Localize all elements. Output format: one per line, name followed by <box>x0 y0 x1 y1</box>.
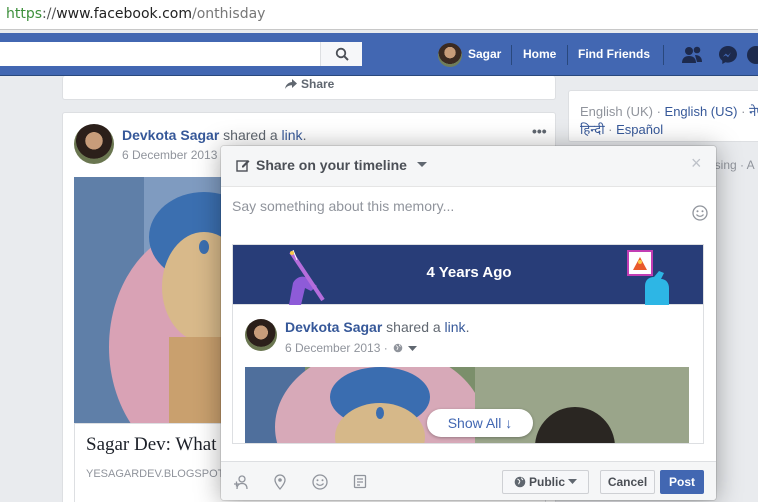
language-hindi[interactable]: हिन्दी <box>580 122 605 137</box>
avatar <box>438 43 462 67</box>
avatar[interactable] <box>74 124 114 164</box>
url-path: /onthisday <box>192 6 266 22</box>
language-selector: English (UK) · English (US) · नेप हिन्दी… <box>568 90 758 142</box>
edit-icon <box>236 160 250 172</box>
language-sep: · <box>737 104 750 119</box>
post-period: . <box>302 127 307 143</box>
location-icon[interactable] <box>273 474 287 490</box>
memory-banner-text: 4 Years Ago <box>426 264 512 281</box>
post-period: . <box>465 319 470 335</box>
previous-post-footer: Share <box>62 76 556 100</box>
profile-name[interactable]: Sagar <box>468 47 501 61</box>
post-header: Devkota Sagar shared a link. <box>122 127 306 143</box>
language-en-us[interactable]: English (US) <box>665 104 738 119</box>
chevron-down-icon[interactable] <box>417 162 427 167</box>
url-scheme: https <box>6 6 43 22</box>
search-icon <box>335 47 349 61</box>
tag-friends-icon[interactable] <box>233 474 249 490</box>
compose-input[interactable]: Say something about this memory... <box>232 198 454 214</box>
language-line-2: हिन्दी · Español <box>580 120 663 138</box>
footer-links[interactable]: ising · A <box>712 158 755 172</box>
share-arrow-icon <box>285 79 297 89</box>
post-button[interactable]: Post <box>660 470 704 494</box>
post-verb: shared a <box>386 319 441 335</box>
memory-banner: 4 Years Ago <box>233 245 703 305</box>
dialog-title[interactable]: Share on your timeline <box>256 157 407 173</box>
language-nepali[interactable]: नेप <box>749 104 758 119</box>
memory-preview: 4 Years Ago Devkota Sagar shared a link.… <box>232 244 704 444</box>
post-date[interactable]: 6 December 2013 · <box>285 341 388 355</box>
show-all-button[interactable]: Show All ↓ <box>427 409 533 437</box>
globe-icon <box>514 476 525 488</box>
language-line-1: English (UK) · English (US) · नेप <box>580 102 758 120</box>
home-link[interactable]: Home <box>523 47 556 61</box>
sticker-icon[interactable] <box>353 474 367 489</box>
url-text[interactable]: https://www.facebook.com/onthisday <box>6 6 265 22</box>
dialog-footer: Public Cancel Post <box>221 461 716 500</box>
share-dialog: Share on your timeline × Say something a… <box>221 146 716 500</box>
chevron-down-icon[interactable] <box>408 346 418 352</box>
messenger-icon[interactable] <box>716 43 740 67</box>
globe-icon[interactable] <box>393 343 403 353</box>
search-button[interactable] <box>320 42 362 66</box>
avatar[interactable] <box>245 319 277 351</box>
post-date[interactable]: 6 December 2013 <box>122 148 217 162</box>
author-link[interactable]: Devkota Sagar <box>285 319 382 335</box>
find-friends-link[interactable]: Find Friends <box>578 47 650 61</box>
object-link[interactable]: link <box>282 127 303 143</box>
object-link[interactable]: link <box>445 319 466 335</box>
facebook-top-bar: Sagar Home Find Friends <box>0 33 758 76</box>
friend-requests-icon[interactable] <box>680 43 704 67</box>
nav-divider <box>663 45 664 65</box>
feeling-icon[interactable] <box>312 474 328 490</box>
post-verb: shared a <box>223 127 278 143</box>
dialog-header: Share on your timeline × <box>221 146 716 187</box>
author-link[interactable]: Devkota Sagar <box>122 127 219 143</box>
memory-post-header: Devkota Sagar shared a link. <box>285 319 469 335</box>
link-title[interactable]: Sagar Dev: What <box>86 434 217 456</box>
search-input[interactable] <box>0 42 362 66</box>
link-domain: YESAGARDEV.BLOGSPOT <box>86 468 225 480</box>
url-separator: :// <box>42 6 57 22</box>
emoji-icon[interactable] <box>692 205 708 221</box>
nav-divider <box>567 45 568 65</box>
url-host: www.facebook.com <box>56 6 193 22</box>
cancel-button[interactable]: Cancel <box>600 470 655 494</box>
language-sep: · <box>604 122 617 137</box>
nav-divider <box>511 45 512 65</box>
browser-address-bar[interactable]: https://www.facebook.com/onthisday <box>0 0 758 30</box>
current-language: English (UK) <box>580 104 653 119</box>
chevron-down-icon <box>568 479 578 484</box>
language-sep: · <box>652 104 665 119</box>
audience-selector[interactable]: Public <box>502 470 589 494</box>
memory-post-date: 6 December 2013 · <box>285 341 418 355</box>
globe-notifications-icon[interactable] <box>744 43 758 67</box>
close-icon[interactable]: × <box>691 153 702 174</box>
profile-link[interactable] <box>438 43 462 67</box>
post-options-icon[interactable]: ••• <box>532 123 547 139</box>
language-spanish[interactable]: Español <box>616 122 663 137</box>
share-button[interactable]: Share <box>301 77 334 91</box>
audience-label: Public <box>528 475 565 489</box>
